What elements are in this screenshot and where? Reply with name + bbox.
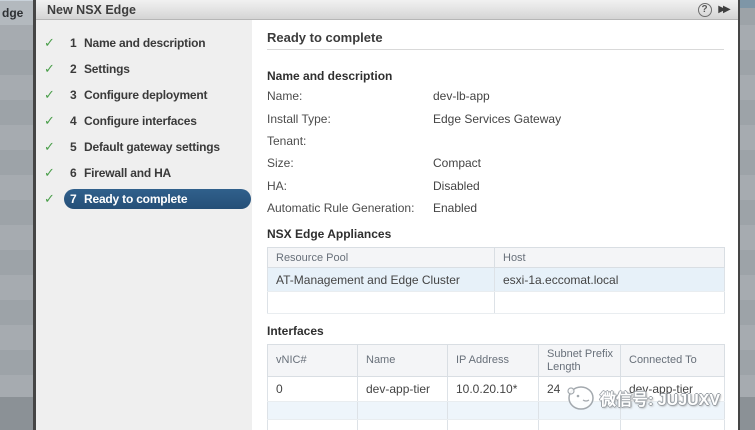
field-value: Disabled [433,179,480,193]
check-icon: ✓ [44,61,64,77]
step-number: 5 [70,140,84,154]
wizard-step-firewall-and-ha[interactable]: ✓ 6Firewall and HA [36,160,252,186]
table-row [268,402,725,420]
field-label: Tenant: [267,134,433,148]
section-title-name-and-description: Name and description [267,69,724,83]
table-row[interactable]: AT-Management and Edge Cluster esxi-1a.e… [268,268,725,292]
dialog-titlebar: New NSX Edge ? ▶▶ [36,0,738,20]
check-icon: ✓ [44,87,64,103]
check-icon: ✓ [44,139,64,155]
background-bottom-band [739,397,755,430]
step-number: 3 [70,88,84,102]
step-label: Settings [84,62,130,76]
column-header-vnic[interactable]: vNIC# [268,345,358,377]
ready-to-complete-panel: Ready to complete Name and description N… [252,20,738,430]
cell-resource-pool [268,292,495,314]
dialog-title: New NSX Edge [47,3,692,17]
summary-row: Tenant: [267,130,724,152]
field-label: Install Type: [267,112,433,126]
wizard-steps-sidebar: ✓ 1Name and description ✓ 2Settings ✓ 3C… [36,20,252,430]
column-header-ip-address[interactable]: IP Address [448,345,539,377]
table-row [268,420,725,430]
background-window-left: dge [0,0,33,430]
column-header-subnet-prefix-length[interactable]: Subnet Prefix Length [539,345,621,377]
wizard-step-default-gateway-settings[interactable]: ✓ 5Default gateway settings [36,134,252,160]
page-title: Ready to complete [267,30,724,45]
cell-host: esxi-1a.eccomat.local [495,268,725,292]
cell-subnet-prefix-length: 24 [539,377,621,402]
wizard-step-configure-interfaces[interactable]: ✓ 4Configure interfaces [36,108,252,134]
background-bottom-band [0,397,33,430]
column-header-connected-to[interactable]: Connected To [621,345,725,377]
column-header-resource-pool[interactable]: Resource Pool [268,248,495,268]
field-value: Edge Services Gateway [433,112,561,126]
field-value: dev-lb-app [433,89,490,103]
cell-host [495,292,725,314]
help-icon[interactable]: ? [697,2,712,17]
summary-row: Size: Compact [267,152,724,174]
cell-resource-pool: AT-Management and Edge Cluster [268,268,495,292]
collapse-double-arrow-icon[interactable]: ▶▶ [717,2,732,17]
summary-row: Name: dev-lb-app [267,85,724,107]
background-top-band [739,0,755,8]
check-icon: ✓ [44,35,64,51]
step-label: Ready to complete [84,192,187,206]
step-label: Name and description [84,36,205,50]
summary-row: Install Type: Edge Services Gateway [267,107,724,129]
field-value: Enabled [433,201,477,215]
step-label: Configure deployment [84,88,207,102]
summary-row: Automatic Rule Generation: Enabled [267,197,724,219]
table-row [268,292,725,314]
interfaces-table: vNIC# Name IP Address Subnet Prefix Leng… [267,344,725,430]
cell-name: dev-app-tier [358,377,448,402]
field-value: Compact [433,156,481,170]
name-description-summary: Name: dev-lb-app Install Type: Edge Serv… [267,85,724,219]
summary-row: HA: Disabled [267,175,724,197]
table-row[interactable]: 0 dev-app-tier 10.0.20.10* 24 dev-app-ti… [268,377,725,402]
cell-connected-to: dev-app-tier [621,377,725,402]
step-number: 1 [70,36,84,50]
step-label: Default gateway settings [84,140,220,154]
step-number: 4 [70,114,84,128]
step-label: Firewall and HA [84,166,171,180]
step-label: Configure interfaces [84,114,197,128]
step-number: 7 [70,192,84,206]
table-header-row: Resource Pool Host [268,248,725,268]
column-header-name[interactable]: Name [358,345,448,377]
section-title-interfaces: Interfaces [267,324,724,338]
background-tab-label: dge [0,0,33,25]
heading-divider [267,49,724,50]
step-number: 6 [70,166,84,180]
background-window-right [739,0,755,430]
cell-vnic: 0 [268,377,358,402]
wizard-step-name-and-description[interactable]: ✓ 1Name and description [36,30,252,56]
field-label: Name: [267,89,433,103]
wizard-step-ready-to-complete[interactable]: ✓ 7Ready to complete [36,186,252,212]
field-label: HA: [267,179,433,193]
table-header-row: vNIC# Name IP Address Subnet Prefix Leng… [268,345,725,377]
wizard-step-settings[interactable]: ✓ 2Settings [36,56,252,82]
column-header-host[interactable]: Host [495,248,725,268]
field-label: Size: [267,156,433,170]
section-title-nsx-edge-appliances: NSX Edge Appliances [267,227,724,241]
wizard-step-configure-deployment[interactable]: ✓ 3Configure deployment [36,82,252,108]
check-icon: ✓ [44,191,64,207]
field-label: Automatic Rule Generation: [267,201,433,215]
check-icon: ✓ [44,113,64,129]
step-number: 2 [70,62,84,76]
nsx-edge-appliances-table: Resource Pool Host AT-Management and Edg… [267,247,725,314]
cell-ip-address: 10.0.20.10* [448,377,539,402]
check-icon: ✓ [44,165,64,181]
new-nsx-edge-dialog: New NSX Edge ? ▶▶ ✓ 1Name and descriptio… [33,0,740,430]
